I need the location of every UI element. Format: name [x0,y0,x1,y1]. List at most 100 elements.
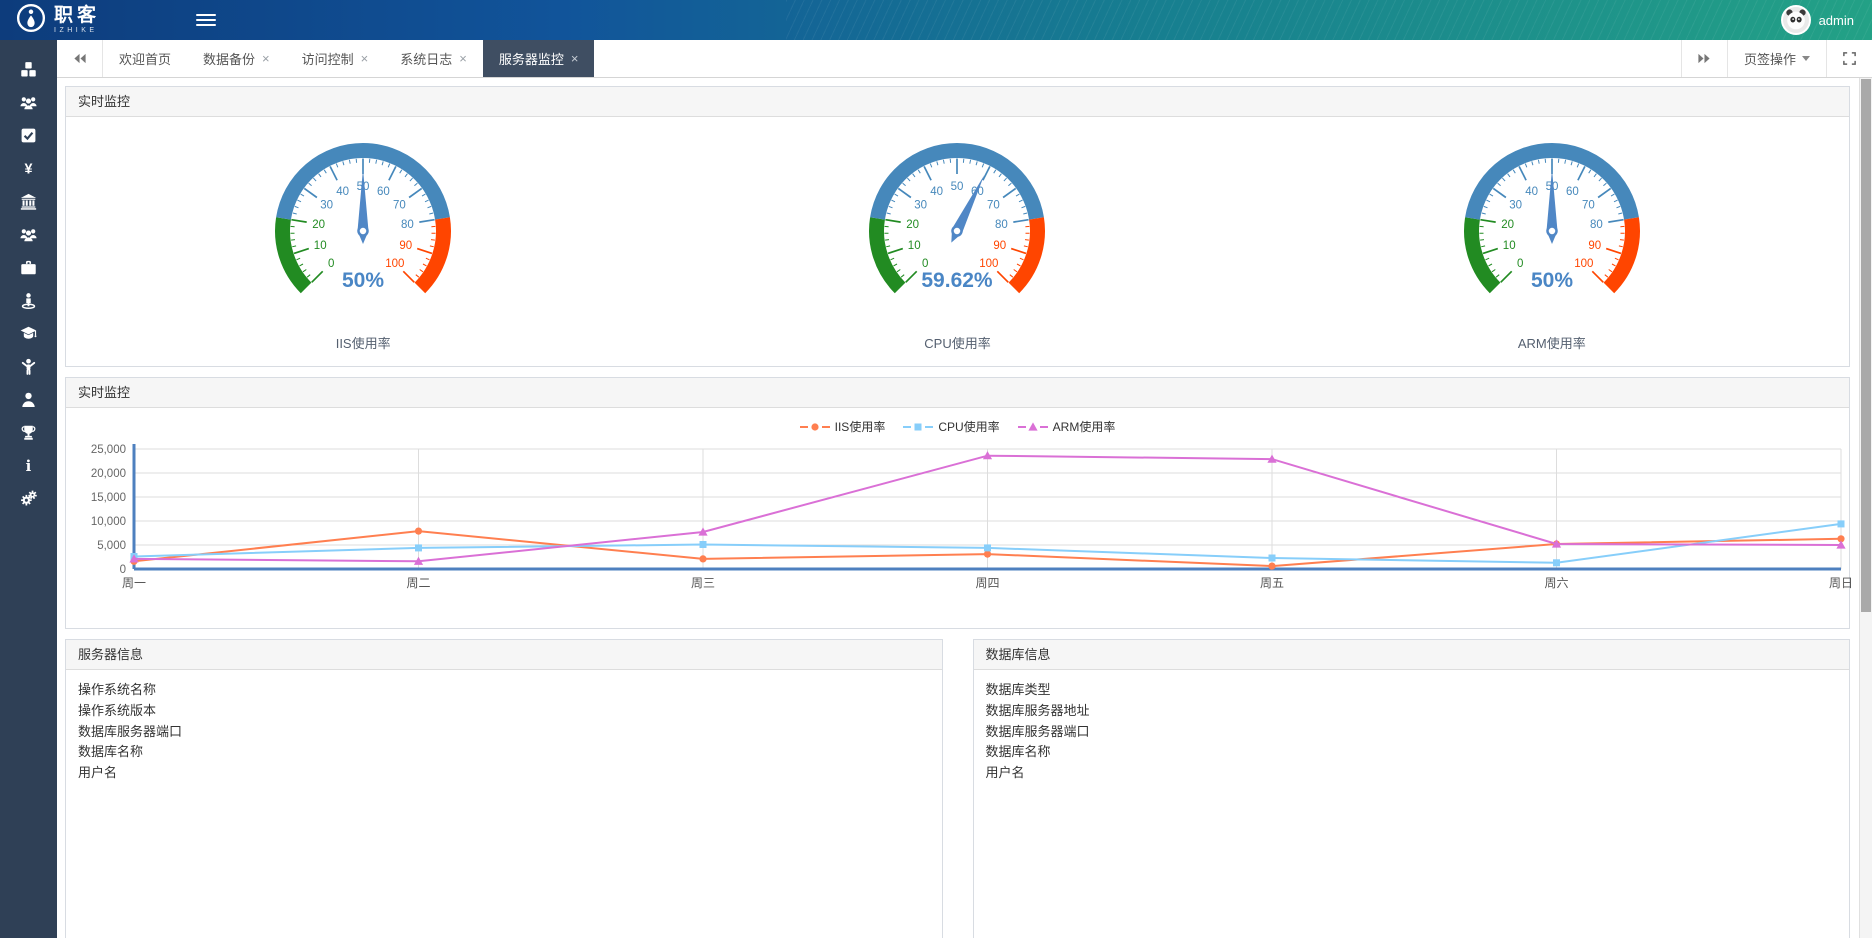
fullscreen-button[interactable] [1826,40,1872,77]
legend-marker-icon [800,421,830,433]
sidebar-item-user[interactable] [0,383,57,416]
legend-item[interactable]: IIS使用率 [800,418,886,435]
check-square-icon [20,127,37,144]
team-icon [20,226,37,243]
svg-text:15,000: 15,000 [91,492,126,504]
tab-label: 服务器监控 [499,49,564,68]
sidebar-item-bank[interactable] [0,185,57,218]
legend-marker-icon [1018,421,1048,433]
legend-item[interactable]: ARM使用率 [1018,418,1116,435]
legend-label: IIS使用率 [835,418,886,435]
svg-text:70: 70 [1582,200,1595,212]
sidebar-item-yen[interactable]: ¥ [0,152,57,185]
sidebar-item-briefcase[interactable] [0,251,57,284]
svg-text:60: 60 [377,186,390,198]
svg-text:20: 20 [312,219,325,231]
sidebar-item-street-view[interactable] [0,284,57,317]
hamburger-menu-icon[interactable] [196,11,216,29]
svg-text:90: 90 [1588,240,1601,252]
panel-title: 数据库信息 [974,640,1850,670]
tab-close-icon[interactable]: × [361,51,369,66]
legend-marker-icon [903,421,933,433]
sidebar-item-check-square[interactable] [0,119,57,152]
info-item: 数据库类型 [986,680,1838,701]
gauge-row: 010203040506070809010050%IIS使用率010203040… [66,117,1849,366]
svg-text:5,000: 5,000 [97,540,126,552]
svg-text:10,000: 10,000 [91,516,126,528]
svg-text:周二: 周二 [406,576,430,590]
sidebar-item-users[interactable] [0,86,57,119]
tab-close-icon[interactable]: × [459,51,467,66]
brand-subtitle: IZHIKE [54,27,100,34]
tab-0[interactable]: 欢迎首页 [103,40,187,77]
avatar[interactable] [1781,5,1811,35]
gauge-IIS使用率: 010203040506070809010050%IIS使用率 [66,125,660,352]
info-item: 数据库名称 [986,742,1838,763]
briefcase-icon [20,259,37,276]
svg-text:25,000: 25,000 [91,444,126,456]
sidebar-item-team[interactable] [0,218,57,251]
gauge-caption: ARM使用率 [1518,333,1586,352]
tab-label: 访问控制 [302,49,354,68]
scroll-tabs-right-button[interactable] [1681,40,1727,77]
svg-text:i: i [26,457,32,474]
tab-4[interactable]: 服务器监控 × [483,40,595,77]
db-info-list: 数据库类型数据库服务器地址数据库服务器端口数据库名称用户名 [974,670,1850,794]
svg-text:100: 100 [385,258,404,270]
svg-text:60: 60 [1566,186,1579,198]
child-icon [20,358,37,375]
graduation-cap-icon [20,325,37,342]
panel-title: 服务器信息 [66,640,942,670]
tab-actions-label: 页签操作 [1744,49,1796,68]
scrollbar[interactable] [1859,78,1872,938]
scroll-tabs-left-button[interactable] [57,40,103,77]
info-icon: i [20,457,37,474]
svg-text:0: 0 [922,258,928,270]
svg-text:20,000: 20,000 [91,468,126,480]
svg-text:70: 70 [987,200,1000,212]
svg-text:80: 80 [401,219,414,231]
gauge-ARM使用率: 010203040506070809010050%ARM使用率 [1255,125,1849,352]
svg-text:59.62%: 59.62% [922,269,994,292]
sidebar-item-gears[interactable] [0,482,57,515]
username[interactable]: admin [1819,13,1854,28]
svg-text:30: 30 [320,200,333,212]
street-view-icon [20,292,37,309]
sidebar-item-info[interactable]: i [0,449,57,482]
svg-text:20: 20 [1501,219,1514,231]
panel-db-info: 数据库信息 数据库类型数据库服务器地址数据库服务器端口数据库名称用户名 [973,639,1851,938]
sidebar-item-trophy[interactable] [0,416,57,449]
sidebar-item-graduation-cap[interactable] [0,317,57,350]
info-item: 用户名 [78,763,930,784]
info-item: 数据库名称 [78,742,930,763]
gears-icon [20,490,37,507]
svg-text:80: 80 [1590,219,1603,231]
svg-text:50%: 50% [1531,269,1573,292]
sidebar-item-cubes[interactable] [0,53,57,86]
panel-realtime-gauges: 实时监控 010203040506070809010050%IIS使用率0102… [65,86,1850,367]
tab-3[interactable]: 系统日志 × [384,40,483,77]
gauge-chart: 010203040506070809010050% [233,125,493,325]
tab-1[interactable]: 数据备份× [187,40,286,77]
svg-text:90: 90 [994,240,1007,252]
double-chevron-left-icon [73,52,87,65]
brand-logo[interactable]: 职客 IZHIKE [0,3,140,38]
info-item: 数据库服务器端口 [986,722,1838,743]
gauge-CPU使用率: 010203040506070809010059.62%CPU使用率 [660,125,1254,352]
svg-text:周五: 周五 [1260,576,1284,590]
tab-2[interactable]: 访问控制 × [286,40,385,77]
svg-text:40: 40 [1525,186,1538,198]
caret-down-icon [1802,56,1810,61]
svg-text:80: 80 [995,219,1008,231]
topbar: 职客 IZHIKE admin [0,0,1872,40]
tab-label: 系统日志 [400,49,452,68]
tab-close-icon[interactable]: × [262,51,270,66]
legend-item[interactable]: CPU使用率 [903,418,999,435]
bank-icon [20,193,37,210]
sidebar-item-child[interactable] [0,350,57,383]
info-item: 数据库服务器端口 [78,722,930,743]
cubes-icon [20,61,37,78]
tab-close-icon[interactable]: × [571,51,579,66]
scrollbar-thumb[interactable] [1861,79,1871,612]
tab-actions-dropdown[interactable]: 页签操作 [1727,40,1826,77]
